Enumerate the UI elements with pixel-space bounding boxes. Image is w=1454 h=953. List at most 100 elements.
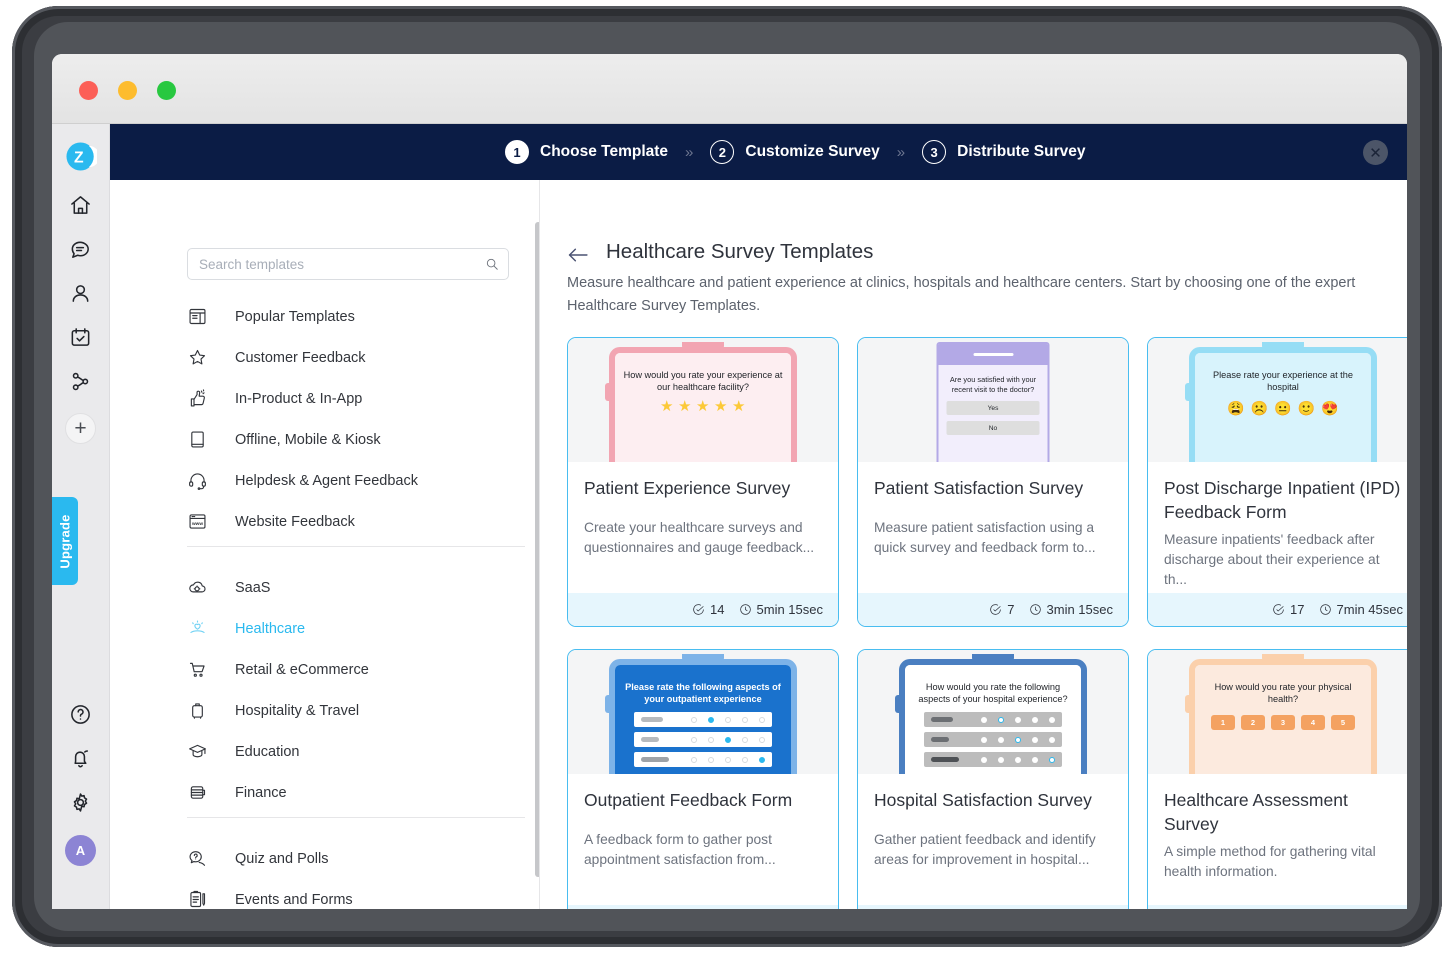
- card-footer: 7 3min 15sec: [858, 593, 1128, 626]
- card-description: A feedback form to gather post appointme…: [584, 830, 822, 870]
- window-close-button[interactable]: [79, 81, 98, 100]
- matrix-row: [924, 712, 1062, 727]
- tablet-side-button: [895, 695, 900, 713]
- matrix-widget: [924, 712, 1062, 767]
- tasks-icon[interactable]: [65, 322, 96, 353]
- card-preview: Are you satisfied with your recent visit…: [858, 338, 1128, 462]
- card-description: Measure inpatients' feedback after disch…: [1164, 530, 1402, 590]
- template-card-healthcare-assessment-survey[interactable]: How would you rate your physical health?…: [1147, 649, 1407, 909]
- add-button[interactable]: +: [65, 413, 96, 444]
- sidebar-item-in-product-in-app[interactable]: In-Product & In-App: [187, 378, 527, 419]
- window-minimize-button[interactable]: [118, 81, 137, 100]
- sidebar-item-hospitality-travel[interactable]: Hospitality & Travel: [187, 690, 527, 731]
- browser-www-icon: www: [187, 509, 217, 535]
- wizard-stepper: 1 Choose Template » 2 Customize Survey »…: [110, 124, 1407, 180]
- preview-question: How would you rate the following aspects…: [913, 681, 1073, 705]
- tablet-mock: Please rate the following aspects of you…: [609, 659, 797, 774]
- step-customize-survey[interactable]: 2 Customize Survey: [710, 140, 879, 164]
- template-card-outpatient-feedback-form[interactable]: Please rate the following aspects of you…: [567, 649, 839, 909]
- star-icon: [187, 345, 217, 371]
- phone-topbar: [939, 344, 1048, 365]
- card-footer: 16 5min 45sec: [568, 905, 838, 909]
- workflows-icon[interactable]: [65, 366, 96, 397]
- check-circle-icon: [989, 603, 1002, 616]
- sidebar-item-popular-templates[interactable]: Popular Templates: [187, 296, 527, 337]
- card-title: Outpatient Feedback Form: [584, 788, 822, 812]
- category-group-industry: SaaS Healthcare Retail & eCommerce Hospi…: [187, 567, 527, 813]
- tablet-notch: [682, 342, 724, 350]
- sidebar-item-label: In-Product & In-App: [235, 391, 362, 407]
- notifications-icon[interactable]: [65, 743, 96, 774]
- duration-value: 3min 15sec: [1047, 602, 1113, 617]
- preview-question: Please rate the following aspects of you…: [623, 681, 783, 705]
- sidebar-item-events-and-forms[interactable]: Events and Forms: [187, 879, 527, 909]
- tablet-notch: [972, 654, 1014, 662]
- card-description: Measure patient satisfaction using a qui…: [874, 518, 1112, 558]
- search-input[interactable]: [199, 249, 479, 279]
- star-icon: ★: [678, 400, 692, 414]
- back-arrow-icon[interactable]: [567, 247, 589, 268]
- svg-text:www: www: [191, 522, 203, 527]
- template-card-post-discharge-ipd-feedback-form[interactable]: Please rate your experience at the hospi…: [1147, 337, 1407, 627]
- category-group-other: Quiz and Polls Events and Forms Employee…: [187, 838, 527, 909]
- sidebar-item-customer-feedback[interactable]: Customer Feedback: [187, 337, 527, 378]
- card-body: Outpatient Feedback Form A feedback form…: [568, 774, 838, 905]
- card-body: Patient Experience Survey Create your he…: [568, 462, 838, 593]
- card-preview: Please rate your experience at the hospi…: [1148, 338, 1407, 462]
- help-icon[interactable]: [65, 699, 96, 730]
- preview-option-yes: Yes: [947, 401, 1040, 415]
- sidebar-item-label: Helpdesk & Agent Feedback: [235, 473, 418, 489]
- avatar[interactable]: A: [65, 835, 96, 866]
- sidebar-item-quiz-and-polls[interactable]: Quiz and Polls: [187, 838, 527, 879]
- sidebar-item-retail-ecommerce[interactable]: Retail & eCommerce: [187, 649, 527, 690]
- sidebar-item-offline-mobile-kiosk[interactable]: Offline, Mobile & Kiosk: [187, 419, 527, 460]
- emoji-icon: 🙂: [1298, 400, 1315, 416]
- star-icon: ★: [714, 400, 728, 414]
- preview-question: How would you rate your physical health?: [1203, 681, 1363, 705]
- scale-option: 4: [1301, 715, 1325, 730]
- step-number: 1: [505, 140, 529, 164]
- sidebar-item-finance[interactable]: Finance: [187, 772, 527, 813]
- close-icon[interactable]: ✕: [1363, 140, 1388, 165]
- cloud-gear-icon: [187, 575, 217, 601]
- question-count-value: 7: [1007, 602, 1014, 617]
- search-box[interactable]: [187, 248, 509, 280]
- step-label: Customize Survey: [745, 143, 879, 161]
- template-card-patient-experience-survey[interactable]: How would you rate your experience at ou…: [567, 337, 839, 627]
- sidebar-item-helpdesk-agent-feedback[interactable]: Helpdesk & Agent Feedback: [187, 460, 527, 501]
- emoji-icon: 😍: [1321, 400, 1338, 416]
- upgrade-button[interactable]: Upgrade: [52, 497, 78, 585]
- window-maximize-button[interactable]: [157, 81, 176, 100]
- template-card-hospital-satisfaction-survey[interactable]: How would you rate the following aspects…: [857, 649, 1129, 909]
- zonka-z-logo[interactable]: Z: [64, 140, 97, 173]
- duration: 7min 45sec: [1319, 602, 1403, 617]
- messages-icon[interactable]: [65, 234, 96, 265]
- star-icon: ★: [696, 400, 710, 414]
- tablet-notch: [682, 654, 724, 662]
- sidebar-item-website-feedback[interactable]: www Website Feedback: [187, 501, 527, 542]
- sidebar-item-label: SaaS: [235, 580, 270, 596]
- step-label: Choose Template: [540, 143, 668, 161]
- sidebar-item-saas[interactable]: SaaS: [187, 567, 527, 608]
- step-choose-template[interactable]: 1 Choose Template: [505, 140, 668, 164]
- thumbs-up-icon: [187, 386, 217, 412]
- sidebar-item-healthcare[interactable]: Healthcare: [187, 608, 527, 649]
- template-card-patient-satisfaction-survey[interactable]: Are you satisfied with your recent visit…: [857, 337, 1129, 627]
- step-label: Distribute Survey: [957, 143, 1085, 161]
- home-icon[interactable]: [65, 190, 96, 221]
- tablet-side-button: [605, 383, 610, 401]
- preview-question: Please rate your experience at the hospi…: [1203, 369, 1363, 393]
- card-title: Patient Experience Survey: [584, 476, 822, 500]
- question-count: 7: [989, 602, 1014, 617]
- step-distribute-survey[interactable]: 3 Distribute Survey: [922, 140, 1085, 164]
- search-icon: [485, 257, 499, 276]
- emoji-rating-widget: 😩 ☹️ 😐 🙂 😍: [1227, 400, 1338, 416]
- suitcase-icon: [187, 698, 217, 724]
- contacts-icon[interactable]: [65, 278, 96, 309]
- settings-icon[interactable]: [65, 787, 96, 818]
- sidebar-item-label: Website Feedback: [235, 514, 355, 530]
- app-icon-rail: Z + Upgrade A: [52, 124, 110, 909]
- template-card-grid: How would you rate your experience at ou…: [567, 337, 1407, 909]
- phone-mock: Are you satisfied with your recent visit…: [937, 342, 1050, 462]
- sidebar-item-education[interactable]: Education: [187, 731, 527, 772]
